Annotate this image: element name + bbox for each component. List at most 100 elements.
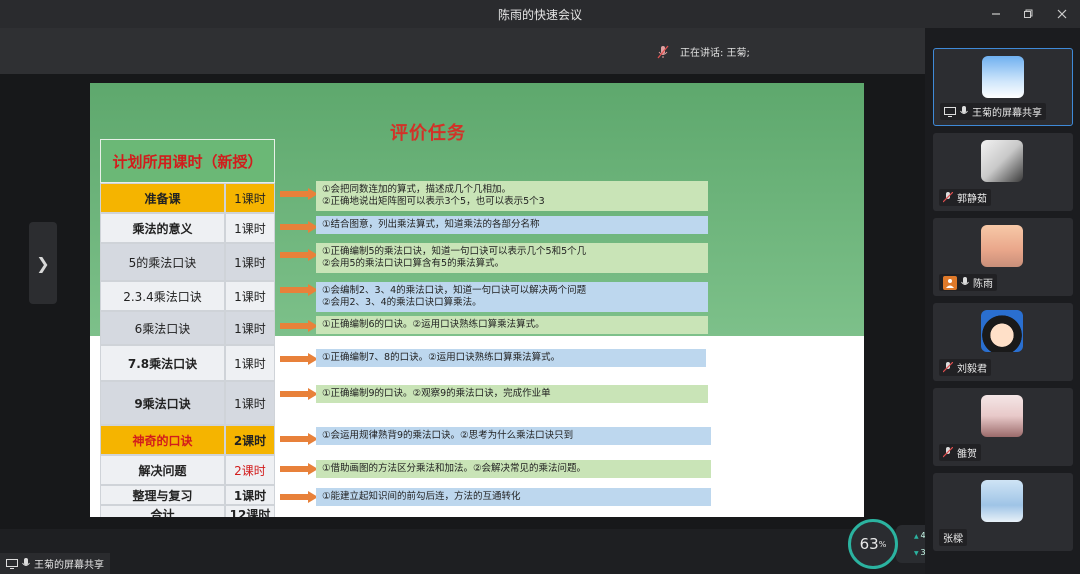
table-row: 整理与复习 1课时 xyxy=(100,485,275,505)
hours-cell: 1课时 xyxy=(225,183,275,213)
table-row: 解决问题 2课时 xyxy=(100,455,275,485)
task-line: ①结合图意，列出乘法算式，知道乘法的各部分名称 xyxy=(322,219,540,230)
lesson-cell: 乘法的意义 xyxy=(100,213,225,243)
avatar xyxy=(981,480,1023,522)
participant-tile[interactable]: 郭静茹 xyxy=(933,133,1073,211)
task-line: ②正确地说出矩阵图可以表示3个5，也可以表示5个3 xyxy=(322,196,545,207)
screen-share-icon xyxy=(6,558,18,569)
lesson-cell: 整理与复习 xyxy=(100,485,225,505)
task-description: ①正确编制5的乘法口诀，知道一句口诀可以表示几个5和5个几 ②会用5的乘法口诀口… xyxy=(316,243,708,273)
task-line: ①正确编制5的乘法口诀，知道一句口诀可以表示几个5和5个几 xyxy=(322,246,587,257)
hours-cell: 1课时 xyxy=(225,485,275,505)
lesson-cell: 合计 xyxy=(100,505,225,517)
network-quality-gauge: 63% xyxy=(848,519,898,569)
window-title: 陈雨的快速会议 xyxy=(497,7,582,22)
hours-cell: 12课时 xyxy=(225,505,275,517)
hours-cell: 1课时 xyxy=(225,381,275,425)
task-line: ②会用2、3、4的乘法口诀口算乘法。 xyxy=(322,297,482,308)
participant-label: 郭静茹 xyxy=(939,189,991,206)
muted-mic-icon xyxy=(943,192,953,203)
hours-cell: 1课时 xyxy=(225,345,275,381)
plan-header: 计划所用课时（新授） xyxy=(100,139,275,183)
mic-icon xyxy=(961,277,969,288)
network-percent-unit: % xyxy=(878,539,887,549)
avatar xyxy=(981,310,1023,352)
muted-mic-icon xyxy=(943,362,953,373)
table-row: 7.8乘法口诀 1课时 xyxy=(100,345,275,381)
arrow-right-icon xyxy=(280,433,318,445)
task-description: ①借助画图的方法区分乘法和加法。②会解决常见的乘法问题。 xyxy=(316,460,711,478)
arrow-right-icon xyxy=(280,353,318,365)
table-row: 乘法的意义 1课时 xyxy=(100,213,275,243)
hours-cell: 2课时 xyxy=(225,425,275,455)
screen-share-icon xyxy=(944,106,956,117)
lesson-cell: 解决问题 xyxy=(100,455,225,485)
user-icon xyxy=(943,275,957,290)
table-row: 5的乘法口诀 1课时 xyxy=(100,243,275,281)
speaking-label: 正在讲话: 王菊; xyxy=(680,48,750,59)
table-row: 6乘法口诀 1课时 xyxy=(100,311,275,345)
restore-icon[interactable] xyxy=(1011,0,1045,28)
task-line: ①会运用规律熟背9的乘法口诀。②思考为什么乘法口诀只到 xyxy=(322,430,574,441)
participant-label: 张樑 xyxy=(939,529,967,546)
minimize-icon[interactable] xyxy=(979,0,1013,28)
lesson-cell: 2.3.4乘法口诀 xyxy=(100,281,225,311)
task-description: ①正确编制7、8的口诀。②运用口诀熟练口算乘法算式。 xyxy=(316,349,706,367)
participant-name: 张樑 xyxy=(943,534,963,545)
share-tag-label: 王菊的屏幕共享 xyxy=(34,560,104,571)
task-line: ①正确编制7、8的口诀。②运用口诀熟练口算乘法算式。 xyxy=(322,352,561,363)
mic-icon xyxy=(960,106,968,117)
bottom-bar xyxy=(0,529,925,574)
title-bar: 陈雨的快速会议 xyxy=(0,0,1080,28)
expand-panel-button[interactable]: ❯ xyxy=(29,222,57,304)
participant-panel: 王菊的屏幕共享 郭静茹 陈雨 刘毅君 雒贺 张樑 xyxy=(925,28,1080,574)
participant-label: 陈雨 xyxy=(939,274,997,291)
task-line: ①能建立起知识间的前勾后连，方法的互通转化 xyxy=(322,491,521,502)
task-description: ①会运用规律熟背9的乘法口诀。②思考为什么乘法口诀只到 xyxy=(316,427,711,445)
table-row: 准备课 1课时 xyxy=(100,183,275,213)
network-percent: 63 xyxy=(859,535,879,553)
participant-name: 雒贺 xyxy=(957,449,977,460)
participant-label: 王菊的屏幕共享 xyxy=(940,103,1046,120)
arrow-right-icon xyxy=(280,284,318,296)
participant-tile[interactable]: 陈雨 xyxy=(933,218,1073,296)
participant-tile[interactable]: 张樑 xyxy=(933,473,1073,551)
chevron-right-icon: ❯ xyxy=(36,253,50,273)
arrow-right-icon xyxy=(280,188,318,200)
screen-share-tag: 王菊的屏幕共享 xyxy=(0,553,110,574)
table-row: 2.3.4乘法口诀 1课时 xyxy=(100,281,275,311)
table-row: 合计 12课时 xyxy=(100,505,275,517)
task-line: ②会用5的乘法口诀口算含有5的乘法算式。 xyxy=(322,258,505,269)
participant-name: 郭静茹 xyxy=(957,194,987,205)
slide-title: 评价任务 xyxy=(390,123,466,144)
speaker-bar: 正在讲话: 王菊; xyxy=(0,28,925,74)
task-description: ①结合图意，列出乘法算式，知道乘法的各部分名称 xyxy=(316,216,708,234)
shared-slide: 评价任务 计划所用课时（新授） 准备课 1课时 乘法的意义 1课时 5的乘法口诀… xyxy=(90,83,864,517)
muted-mic-icon xyxy=(943,447,953,458)
participant-name: 王菊的屏幕共享 xyxy=(972,108,1042,119)
task-line: ①会编制2、3、4的乘法口诀，知道一句口诀可以解决两个问题 xyxy=(322,285,587,296)
avatar xyxy=(981,140,1023,182)
lesson-cell: 准备课 xyxy=(100,183,225,213)
participant-tile[interactable]: 王菊的屏幕共享 xyxy=(933,48,1073,126)
speaker-indicator: 正在讲话: 王菊; xyxy=(656,44,750,59)
hours-cell: 1课时 xyxy=(225,281,275,311)
table-row: 神奇的口诀 2课时 xyxy=(100,425,275,455)
arrow-right-icon xyxy=(280,249,318,261)
participant-name: 刘毅君 xyxy=(957,364,987,375)
task-line: ①借助画图的方法区分乘法和加法。②会解决常见的乘法问题。 xyxy=(322,463,587,474)
participant-tile[interactable]: 雒贺 xyxy=(933,388,1073,466)
arrow-right-icon xyxy=(280,491,318,503)
close-icon[interactable] xyxy=(1045,0,1079,28)
hours-cell: 2课时 xyxy=(225,455,275,485)
hours-cell: 1课时 xyxy=(225,243,275,281)
task-description: ①能建立起知识间的前勾后连，方法的互通转化 xyxy=(316,488,711,506)
avatar xyxy=(981,395,1023,437)
participant-tile[interactable]: 刘毅君 xyxy=(933,303,1073,381)
task-line: ①正确编制6的口诀。②运用口诀熟练口算乘法算式。 xyxy=(322,319,545,330)
task-description: ①会把同数连加的算式，描述成几个几相加。 ②正确地说出矩阵图可以表示3个5，也可… xyxy=(316,181,708,211)
avatar xyxy=(981,225,1023,267)
hours-cell: 1课时 xyxy=(225,311,275,345)
arrow-right-icon xyxy=(280,320,318,332)
table-row: 9乘法口诀 1课时 xyxy=(100,381,275,425)
